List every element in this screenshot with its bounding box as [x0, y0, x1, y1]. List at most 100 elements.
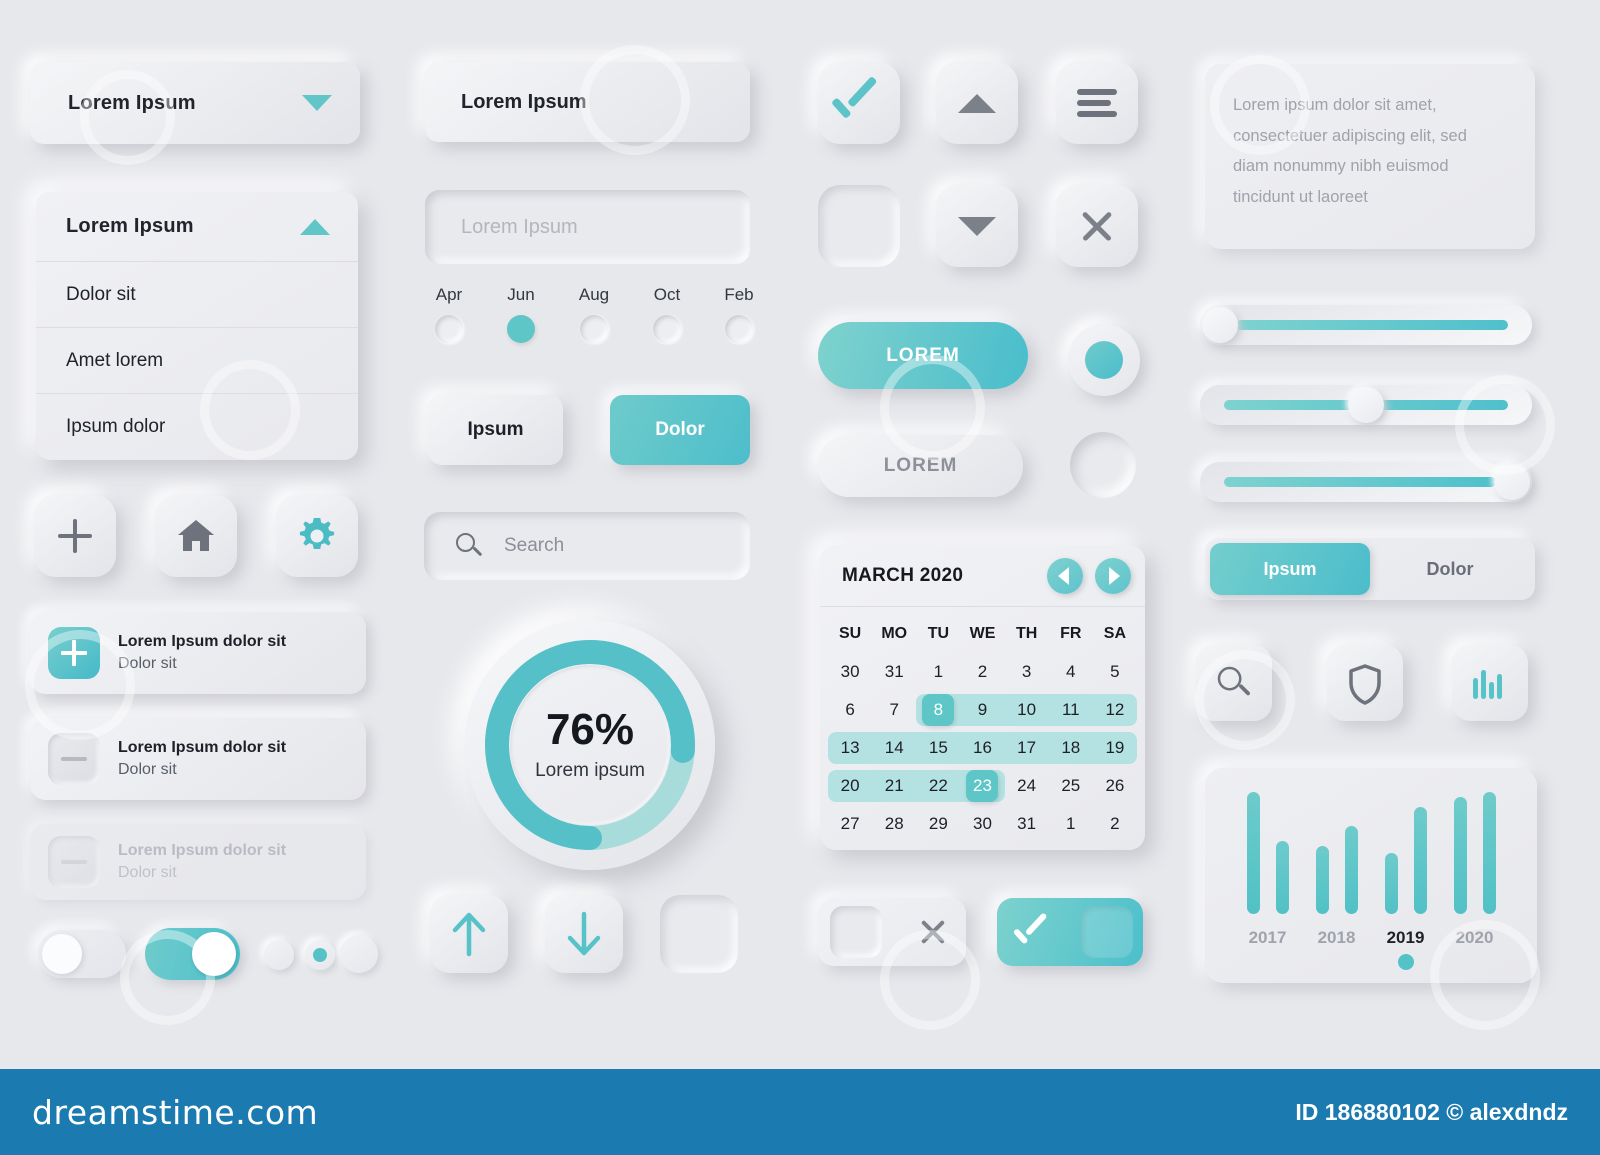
- calendar-cell[interactable]: 8: [916, 691, 961, 729]
- indicator-dot-active[interactable]: [1397, 954, 1414, 970]
- dropdown-open-header[interactable]: Lorem Ipsum: [36, 192, 358, 262]
- calendar-cell[interactable]: 17: [1004, 729, 1049, 767]
- slider-max[interactable]: [1200, 462, 1532, 502]
- month-radio-group[interactable]: Apr Jun Aug Oct Feb: [418, 285, 758, 355]
- calendar-next-button[interactable]: [1095, 557, 1131, 594]
- radio-icon[interactable]: [653, 315, 681, 343]
- calendar-day[interactable]: 12: [1092, 694, 1137, 726]
- arrow-up-button[interactable]: [430, 895, 508, 973]
- month-option-jun[interactable]: Jun: [490, 285, 552, 343]
- calendar-cell[interactable]: 1: [916, 653, 960, 691]
- calendar-day[interactable]: 21: [872, 770, 917, 802]
- slider-min[interactable]: [1200, 305, 1532, 345]
- calendar-cell[interactable]: 4: [1049, 653, 1093, 691]
- calendar-day[interactable]: 9: [960, 694, 1005, 726]
- calendar-cell[interactable]: 14: [872, 729, 917, 767]
- calendar-cell[interactable]: 5: [1093, 653, 1137, 691]
- toggle-switch-off[interactable]: [38, 930, 126, 978]
- month-option-oct[interactable]: Oct: [636, 285, 698, 343]
- calendar-cell[interactable]: 15: [916, 729, 961, 767]
- calendar-day[interactable]: 16: [960, 732, 1005, 764]
- calendar-cell[interactable]: 1: [1049, 805, 1093, 843]
- calendar-day[interactable]: 10: [1004, 694, 1049, 726]
- dropdown-item-2[interactable]: Ipsum dolor: [36, 394, 358, 460]
- calendar-cell[interactable]: 29: [916, 805, 960, 843]
- segment-active[interactable]: Ipsum: [1210, 543, 1370, 595]
- calendar-cell[interactable]: 24: [1005, 767, 1049, 805]
- checkbox-box[interactable]: [1081, 906, 1133, 958]
- triangle-down-button[interactable]: [936, 185, 1018, 267]
- calendar-cell[interactable]: 25: [1049, 767, 1093, 805]
- security-button[interactable]: [1327, 645, 1403, 721]
- text-input-empty[interactable]: Lorem Ipsum: [425, 190, 750, 264]
- calendar-day[interactable]: 27: [828, 808, 872, 840]
- radio-icon-selected[interactable]: [507, 315, 535, 343]
- segment-inactive[interactable]: Dolor: [1370, 543, 1530, 595]
- month-option-apr[interactable]: Apr: [418, 285, 480, 343]
- calendar-day[interactable]: 17: [1004, 732, 1049, 764]
- radio-icon[interactable]: [725, 315, 753, 343]
- calendar-cell[interactable]: 30: [828, 653, 872, 691]
- search-input[interactable]: Search: [424, 512, 750, 580]
- calendar-cell[interactable]: 23: [960, 767, 1005, 805]
- calendar-cell[interactable]: 20: [828, 767, 873, 805]
- calendar-day[interactable]: 2: [1093, 808, 1137, 840]
- slider-thumb[interactable]: [1494, 464, 1530, 500]
- calendar-cell[interactable]: 18: [1048, 729, 1093, 767]
- radio-icon[interactable]: [580, 315, 608, 343]
- calendar-cell[interactable]: 3: [1005, 653, 1049, 691]
- home-button[interactable]: [155, 495, 237, 577]
- list-item[interactable]: Lorem Ipsum dolor sit Dolor sit: [30, 718, 366, 800]
- calendar-day[interactable]: 20: [828, 770, 873, 802]
- calendar-day-selected[interactable]: 23: [966, 770, 999, 802]
- calendar-day[interactable]: 6: [828, 694, 872, 726]
- empty-square-button[interactable]: [660, 895, 738, 973]
- calendar-cell[interactable]: 6: [828, 691, 872, 729]
- month-option-feb[interactable]: Feb: [708, 285, 770, 343]
- check-button[interactable]: [818, 62, 900, 144]
- calendar-cell[interactable]: 16: [960, 729, 1005, 767]
- calendar-day[interactable]: 26: [1093, 770, 1137, 802]
- slider-thumb[interactable]: [1348, 387, 1384, 423]
- slider-mid[interactable]: [1200, 385, 1532, 425]
- calendar-day[interactable]: 31: [1005, 808, 1049, 840]
- list-item[interactable]: Lorem Ipsum dolor sit Dolor sit: [30, 612, 366, 694]
- calendar-cell[interactable]: 30: [960, 805, 1004, 843]
- calendar-day[interactable]: 23: [960, 770, 1005, 802]
- calendar-day[interactable]: 18: [1048, 732, 1093, 764]
- radio-large-selected[interactable]: [1068, 324, 1140, 396]
- calendar-day[interactable]: 24: [1005, 770, 1049, 802]
- search-tool-button[interactable]: [1196, 645, 1272, 721]
- text-input-filled[interactable]: Lorem Ipsum: [425, 62, 750, 142]
- calendar-day[interactable]: 2: [960, 656, 1004, 688]
- calendar-cell[interactable]: 10: [1004, 691, 1049, 729]
- calendar-day[interactable]: 30: [960, 808, 1004, 840]
- dropdown-open[interactable]: Lorem Ipsum Dolor sit Amet lorem Ipsum d…: [36, 192, 358, 460]
- calendar-day[interactable]: 3: [1005, 656, 1049, 688]
- calendar-cell[interactable]: 12: [1092, 691, 1137, 729]
- calendar-widget[interactable]: MARCH 2020 SU MO TU WE TH FR SA 30 31 1 2 3 4…: [820, 545, 1145, 850]
- arrow-down-button[interactable]: [545, 895, 623, 973]
- empty-square-button[interactable]: [818, 185, 900, 267]
- segmented-control[interactable]: Ipsum Dolor: [1205, 538, 1535, 600]
- calendar-cell[interactable]: 19: [1092, 729, 1137, 767]
- calendar-cell[interactable]: 26: [1093, 767, 1137, 805]
- checkbox-unchecked[interactable]: [818, 898, 966, 966]
- settings-button[interactable]: [276, 495, 358, 577]
- calendar-day[interactable]: 25: [1049, 770, 1093, 802]
- radio-small-on[interactable]: [305, 940, 335, 970]
- radio-large-unselected[interactable]: [1070, 432, 1136, 498]
- pill-button-primary[interactable]: LOREM: [818, 322, 1028, 389]
- calendar-day[interactable]: 15: [916, 732, 961, 764]
- checkbox-box[interactable]: [830, 906, 882, 958]
- calendar-day[interactable]: 14: [872, 732, 917, 764]
- calendar-cell[interactable]: 9: [960, 691, 1005, 729]
- dropdown-item-1[interactable]: Amet lorem: [36, 328, 358, 394]
- calendar-day[interactable]: 31: [872, 656, 916, 688]
- calendar-day[interactable]: 7: [872, 694, 916, 726]
- secondary-button[interactable]: Ipsum: [428, 395, 563, 465]
- calendar-day[interactable]: 8: [916, 694, 961, 726]
- calendar-day[interactable]: 1: [1049, 808, 1093, 840]
- calendar-cell[interactable]: 21: [872, 767, 917, 805]
- radio-small-large[interactable]: [340, 935, 378, 973]
